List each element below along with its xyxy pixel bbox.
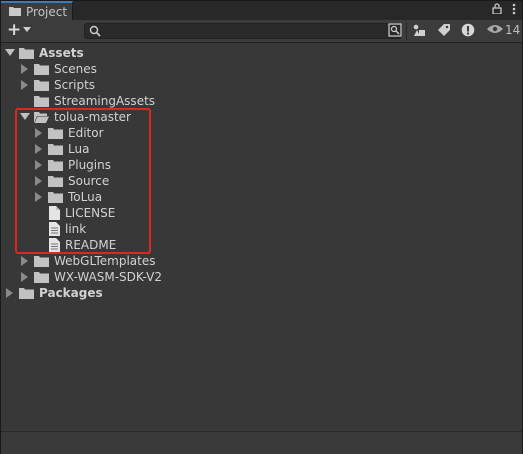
tree-item-assets[interactable]: Assets [5,45,84,61]
tree-item-scenes[interactable]: Scenes [20,61,97,77]
search-icon [89,25,101,40]
expanded-arrow-icon[interactable] [5,48,15,58]
collapsed-arrow-icon[interactable] [20,64,30,74]
collapsed-arrow-icon[interactable] [20,272,30,282]
hidden-packages-toggle[interactable]: 14 [487,23,520,37]
tree-item-label: Scripts [54,78,96,92]
search-by-label-button[interactable] [408,22,430,40]
visibility-icon [487,23,503,37]
tree-item-label: WebGLTemplates [54,254,156,268]
tab-tools [492,3,516,18]
search-field[interactable] [84,23,402,39]
kebab-menu-icon[interactable] [512,3,516,19]
tab-project[interactable]: Project [1,1,73,20]
tab-strip: Project [1,1,522,21]
folder-icon [9,5,21,19]
lock-icon[interactable] [492,3,502,18]
add-button[interactable]: + [7,22,35,39]
collapsed-arrow-icon[interactable] [20,256,30,266]
tree-item-label: WX-WASM-SDK-V2 [54,270,162,284]
tab-label: Project [26,4,68,19]
search-by-label-icon [412,23,426,40]
project-window: Project + 14 Assets Scenes Scripts Strea… [0,0,523,454]
tree-item-streamingassets[interactable]: StreamingAssets [34,93,155,109]
folder-icon [19,287,34,299]
tree-item-webgltemplates[interactable]: WebGLTemplates [20,253,156,269]
tree-item-label: Packages [39,286,103,300]
toolbar: + 14 [1,20,522,43]
warnings-icon [461,23,475,40]
folder-icon [34,79,49,91]
tree-item-label: StreamingAssets [54,94,156,108]
collapsed-arrow-icon[interactable] [20,80,30,90]
folder-icon [34,63,49,75]
warnings-button[interactable] [457,22,479,40]
label-tag-icon [437,23,451,40]
chevron-down-icon [23,26,32,35]
hidden-count: 14 [505,23,521,37]
plus-icon: + [7,20,22,40]
annotation-highlight-box [15,108,151,254]
tree-item-wx-wasm-sdk-v2[interactable]: WX-WASM-SDK-V2 [20,269,162,285]
tree-item-label: Assets [39,46,84,60]
status-bar [1,431,522,454]
folder-icon [34,95,49,107]
search-by-type-button[interactable] [384,22,406,40]
tree-item-label: Scenes [54,62,97,76]
search-by-tag-button[interactable] [433,22,455,40]
folder-icon [34,271,49,283]
toolbar-divider [406,22,407,40]
folder-icon [34,255,49,267]
folder-icon [19,47,34,59]
collapsed-arrow-icon[interactable] [5,288,15,298]
tree-item-scripts[interactable]: Scripts [20,77,95,93]
tree-item-packages[interactable]: Packages [5,285,103,301]
search-input[interactable] [103,24,383,38]
search-by-type-icon [388,22,402,40]
